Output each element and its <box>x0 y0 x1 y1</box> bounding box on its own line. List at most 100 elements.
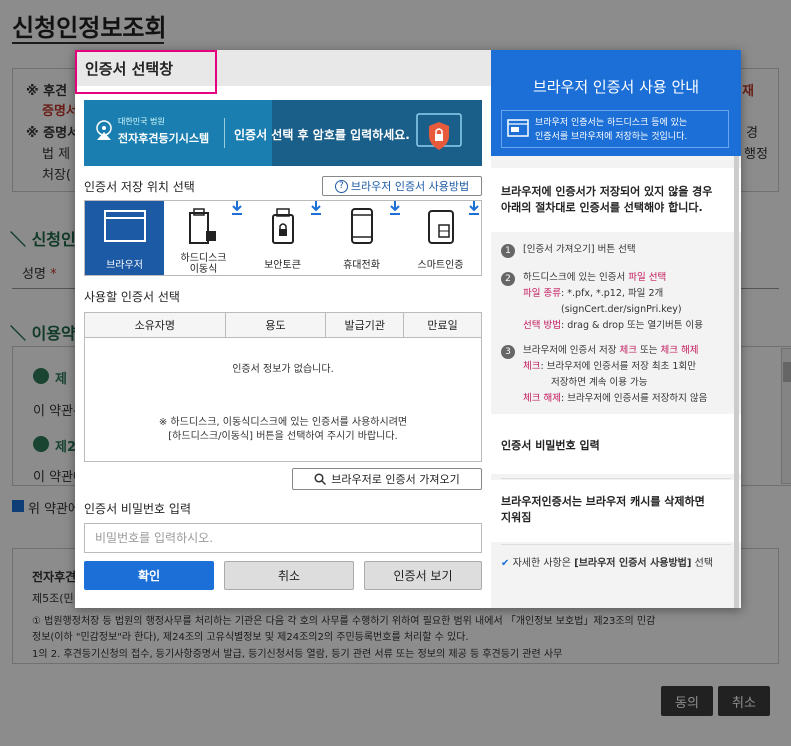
location-browser-label: 브라우저 <box>106 260 143 271</box>
location-mobile-phone-label: 휴대전화 <box>343 260 380 271</box>
empty-hint-line-2: [하드디스크/이동식] 버튼을 선택하여 주시기 바랍니다. <box>168 431 398 442</box>
col-expiry[interactable]: 만료일 <box>403 312 482 338</box>
password-label: 인증서 비밀번호 입력 <box>84 502 191 516</box>
search-icon <box>314 473 327 485</box>
step-3-line-1d: 체크 해제 <box>660 345 699 356</box>
banner-org-name: 전자후견등기시스템 <box>118 132 210 145</box>
step-2-line-4b: : drag & drop 또는 열기버튼 이용 <box>560 320 703 331</box>
browser-icon <box>103 210 146 242</box>
step-3-badge: 3 <box>501 345 515 359</box>
guide-scrollbar[interactable] <box>734 156 739 608</box>
certificate-window-icon <box>507 119 529 137</box>
step-2-line-2: 파일 종류: *.pfx, *.p12, 파일 2개 <box>523 286 703 302</box>
guide-title: 브라우저 인증서 사용 안내 <box>532 78 700 96</box>
step-3-line-1b: 체크 <box>619 345 637 356</box>
step-2-line-3: (signCert.der/signPri.key) <box>561 304 682 315</box>
step-2-line-1a: 하드디스크에 있는 인증서 <box>523 272 629 283</box>
step-3-line-1: 브라우저에 인증서 저장 체크 또는 체크 해제 <box>523 343 707 359</box>
step-3-line-1a: 브라우저에 인증서 저장 <box>523 345 620 356</box>
step-3-line-4b: : 브라우저에 인증서를 저장하지 않음 <box>560 393 708 404</box>
download-icon-smart[interactable] <box>468 201 480 215</box>
guide-cache-line-1: 브라우저인증서는 브라우저 캐시를 삭제하면 <box>501 495 705 508</box>
storage-location-selector: 브라우저 하드디스크 이동식 보안토큰 휴대전화 스마트인증 <box>84 200 482 276</box>
location-browser[interactable]: 브라우저 <box>85 201 164 275</box>
guide-cache-line-2: 지워짐 <box>501 511 532 524</box>
court-logo-icon <box>96 120 112 140</box>
location-harddisk-label: 하드디스크 이동식 <box>180 253 227 275</box>
step-3-text: 브라우저에 인증서 저장 체크 또는 체크 해제 체크: 브라우저에 인증서를 … <box>523 343 707 407</box>
step-1-badge: 1 <box>501 244 515 258</box>
checkmark-icon: ✔ <box>501 558 510 569</box>
step-2-line-4: 선택 방법: drag & drop 또는 열기버튼 이용 <box>523 318 703 334</box>
browser-cert-help-button[interactable]: ? 브라우저 인증서 사용방법 <box>322 176 482 196</box>
view-certificate-button[interactable]: 인증서 보기 <box>364 561 482 590</box>
certificate-list[interactable]: 인증서 정보가 없습니다. ※ 하드디스크, 이동식디스크에 있는 인증서를 사… <box>84 338 482 462</box>
location-smart-cert-label: 스마트인증 <box>417 260 464 271</box>
banner-org-small: 대한민국 법원 <box>118 117 165 126</box>
mobile-phone-icon <box>350 208 373 244</box>
step-2-line-1: 하드디스크에 있는 인증서 파일 선택 <box>523 270 703 286</box>
banner-divider <box>224 118 225 148</box>
download-icon-token[interactable] <box>310 201 322 215</box>
step-3-line-2: 체크: 브라우저에 인증서를 저장 최초 1회만 <box>523 359 707 375</box>
cert-select-label: 사용할 인증서 선택 <box>84 290 180 304</box>
col-owner[interactable]: 소유자명 <box>84 312 226 338</box>
location-security-token-label: 보안토큰 <box>264 260 301 271</box>
title-highlight-frame <box>75 50 217 94</box>
court-banner: 대한민국 법원 전자후견등기시스템 인증서 선택 후 암호를 입력하세요. <box>84 100 482 166</box>
empty-hint-line-1: ※ 하드디스크, 이동식디스크에 있는 인증서를 사용하시려면 <box>158 417 408 428</box>
import-button-label: 브라우저로 인증서 가져오기 <box>331 473 460 486</box>
banner-message: 인증서 선택 후 암호를 입력하세요. <box>234 128 410 142</box>
guide-footer-c: 선택 <box>691 558 714 569</box>
download-icon-phone[interactable] <box>389 201 401 215</box>
certificate-table-header: 소유자명 용도 발급기관 만료일 <box>84 312 482 338</box>
guide-header: 브라우저 인증서 사용 안내 브라우저 인증서는 하드디스크 등에 있는 인증서… <box>491 50 741 156</box>
step-3-line-2b: : 브라우저에 인증서를 저장 최초 1회만 <box>540 361 696 372</box>
password-input[interactable] <box>84 523 482 553</box>
certificate-modal: 인증서 선택창 대한민국 법원 전자후견등기시스템 인증서 선택 후 암호를 입… <box>75 50 741 608</box>
guide-intro-line-2: 아래의 절차대로 인증서를 선택해야 합니다. <box>501 201 703 214</box>
import-to-browser-button[interactable]: 브라우저로 인증서 가져오기 <box>292 468 482 490</box>
guide-intro-text: 브라우저에 인증서가 저장되어 있지 않을 경우 아래의 절차대로 인증서를 선… <box>501 184 712 216</box>
step-3-line-3: 저장하면 계속 이용 가능 <box>551 377 648 388</box>
col-issuer[interactable]: 발급기관 <box>325 312 405 338</box>
guide-footer-a: 자세한 사항은 <box>512 558 575 569</box>
guide-footer-b: [브라우저 인증서 사용방법] <box>574 558 692 569</box>
guide-footer-note: ✔ 자세한 사항은 [브라우저 인증서 사용방법] 선택 <box>501 554 713 569</box>
guide-divider-1 <box>501 478 731 479</box>
browser-cert-guide-panel: 브라우저 인증서 사용 안내 브라우저 인증서는 하드디스크 등에 있는 인증서… <box>491 50 741 608</box>
security-token-icon <box>271 208 294 244</box>
step-1-text: [인증서 가져오기] 버튼 선택 <box>523 244 636 255</box>
help-button-label: 브라우저 인증서 사용방법 <box>350 180 470 193</box>
guide-cache-text: 브라우저인증서는 브라우저 캐시를 삭제하면 지워짐 <box>501 494 705 526</box>
download-icon-harddisk[interactable] <box>231 201 243 215</box>
step-2-line-1b: 파일 선택 <box>628 272 667 283</box>
guide-header-line-2: 인증서를 브라우저에 저장하는 것입니다. <box>535 132 688 142</box>
step-3-line-2a: 체크 <box>523 361 541 372</box>
empty-message: 인증서 정보가 없습니다. <box>232 364 334 375</box>
guide-header-text: 브라우저 인증서는 하드디스크 등에 있는 인증서를 브라우저에 저장하는 것입… <box>535 116 687 144</box>
confirm-button[interactable]: 확인 <box>84 561 214 590</box>
security-shield-icon <box>416 113 462 150</box>
step-2-line-2b: : *.pfx, *.p12, 파일 2개 <box>560 288 664 299</box>
guide-divider-2 <box>501 544 731 545</box>
step-2-badge: 2 <box>501 272 515 286</box>
step-2-line-4a: 선택 방법 <box>523 320 561 331</box>
usb-drive-icon <box>188 208 216 244</box>
modal-cancel-button[interactable]: 취소 <box>224 561 354 590</box>
question-icon: ? <box>334 179 348 193</box>
guide-header-line-1: 브라우저 인증서는 하드디스크 등에 있는 <box>535 118 688 128</box>
smart-card-icon <box>427 210 454 244</box>
col-usage[interactable]: 용도 <box>224 312 327 338</box>
guide-password-title: 인증서 비밀번호 입력 <box>501 439 600 452</box>
step-3-line-4: 체크 해제: 브라우저에 인증서를 저장하지 않음 <box>523 391 707 407</box>
certificate-selection-panel: 인증서 선택창 대한민국 법원 전자후견등기시스템 인증서 선택 후 암호를 입… <box>75 50 491 608</box>
guide-intro-line-1: 브라우저에 인증서가 저장되어 있지 않을 경우 <box>501 185 713 198</box>
step-2-line-2a: 파일 종류 <box>523 288 561 299</box>
step-3-line-1c: 또는 <box>636 345 661 356</box>
certificate-table: 소유자명 용도 발급기관 만료일 <box>84 312 482 338</box>
location-label: 인증서 저장 위치 선택 <box>84 180 195 194</box>
empty-hint: ※ 하드디스크, 이동식디스크에 있는 인증서를 사용하시려면 [하드디스크/이… <box>85 416 481 444</box>
step-2-text: 하드디스크에 있는 인증서 파일 선택 파일 종류: *.pfx, *.p12,… <box>523 270 703 334</box>
step-3-line-4a: 체크 해제 <box>523 393 561 404</box>
